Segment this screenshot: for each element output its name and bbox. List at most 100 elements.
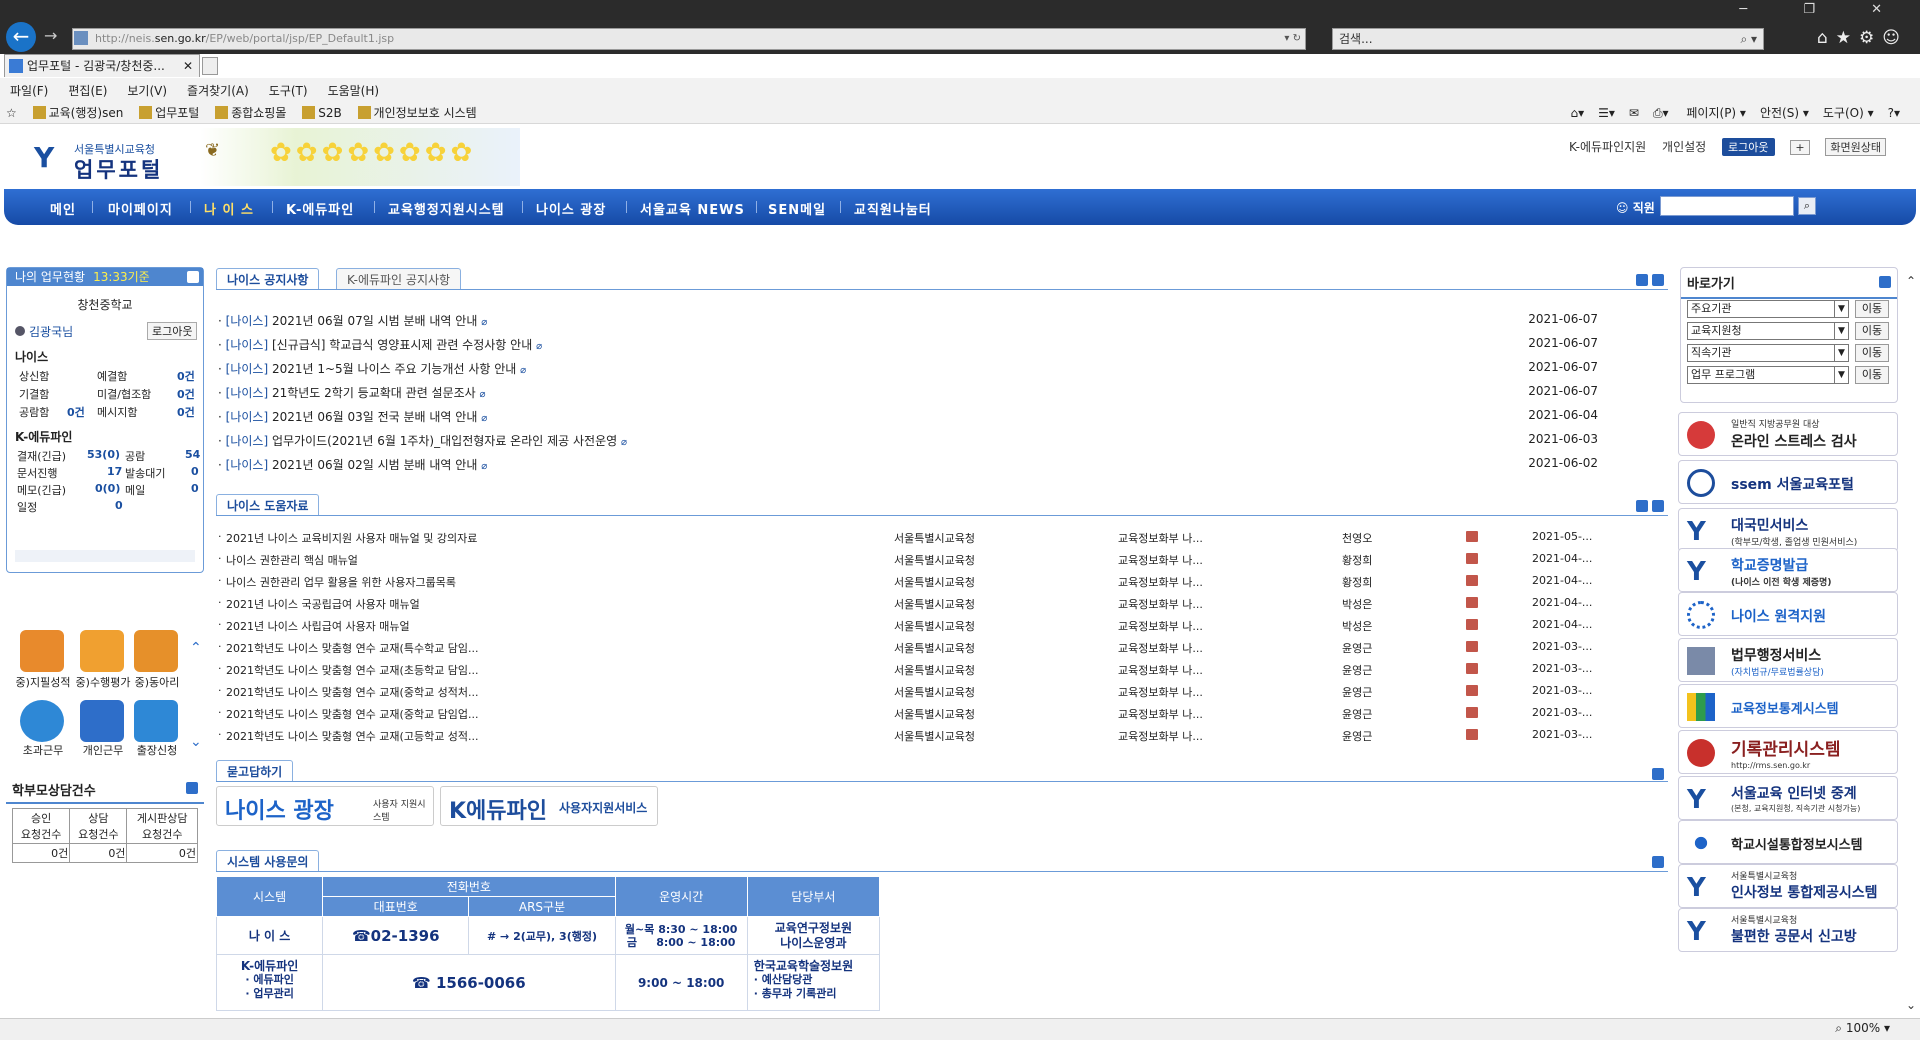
link-personal-settings[interactable]: 개인설정 bbox=[1662, 140, 1706, 154]
menu-help[interactable]: 도움말(H) bbox=[318, 78, 390, 99]
parent-value[interactable]: 0건 bbox=[69, 843, 128, 863]
help-title[interactable]: 2021년 나이스 사립급여 사용자 매뉴얼 bbox=[226, 618, 410, 634]
browser-search-input[interactable]: 검색... ⌕ ▾ bbox=[1332, 28, 1764, 50]
vertical-scrollbar[interactable]: ⌃ ⌄ bbox=[1902, 270, 1920, 1016]
nav-sen-mail[interactable]: SEN메일 bbox=[768, 199, 826, 218]
banner-stress-test[interactable]: 일반직 지방공무원 대상 온라인 스트레스 검사 bbox=[1678, 412, 1898, 456]
banner-remote-support[interactable]: 나이스 원격지원 bbox=[1678, 592, 1898, 636]
logout-button[interactable]: 로그아웃 bbox=[1722, 138, 1775, 156]
print-icon[interactable]: ⎙▾ bbox=[1653, 106, 1669, 120]
my-work-logout-button[interactable]: 로그아웃 bbox=[147, 322, 198, 340]
neis-item-value[interactable]: 0건 bbox=[177, 368, 195, 384]
shortcut-select-district[interactable]: 교육지원청 ▼ bbox=[1687, 322, 1849, 340]
notice-item[interactable]: · [나이스] 업무가이드(2021년 6월 1주차)_대입전형자료 온라인 제… bbox=[218, 432, 1598, 449]
go-button[interactable]: 이동 bbox=[1855, 344, 1889, 362]
banner-legal-service[interactable]: 법무행정서비스 (자치법규/무료법률상담) bbox=[1678, 638, 1898, 682]
chevron-up-icon[interactable]: ⌃ bbox=[1906, 274, 1916, 288]
home-icon[interactable]: ⌂▾ bbox=[1570, 106, 1584, 120]
edufine-item-value[interactable]: 0 bbox=[191, 465, 199, 478]
staff-search-input[interactable] bbox=[1660, 196, 1794, 216]
help-title[interactable]: 2021년 나이스 국공립급여 사용자 매뉴얼 bbox=[226, 596, 420, 612]
notice-item[interactable]: · [나이스] 2021년 1~5월 나이스 주요 기능개선 사항 안내 ⌀ 20… bbox=[218, 360, 1598, 377]
edufine-item-label[interactable]: 메일 bbox=[125, 482, 145, 498]
menu-favorites[interactable]: 즐겨찾기(A) bbox=[177, 78, 259, 99]
fav-item[interactable]: S2B bbox=[302, 106, 342, 120]
edufine-item-value[interactable]: 0 bbox=[191, 482, 199, 495]
refresh-icon[interactable] bbox=[187, 271, 199, 283]
download-icon[interactable] bbox=[1466, 685, 1478, 696]
tab-qna[interactable]: 묻고답하기 bbox=[216, 760, 294, 782]
edufine-item-label[interactable]: 공람 bbox=[125, 448, 145, 464]
tab-neis-help[interactable]: 나이스 도움자료 bbox=[216, 494, 320, 516]
neis-item-label[interactable]: 미결/협조함 bbox=[97, 386, 151, 402]
logo-title[interactable]: 업무포털 bbox=[74, 154, 163, 184]
quick-icon-label[interactable]: 초과근무 bbox=[10, 742, 76, 758]
search-icon[interactable]: ⌕ ▾ bbox=[1740, 29, 1757, 49]
quick-icon-label[interactable]: 중)동아리 bbox=[124, 674, 190, 690]
edufine-item-label[interactable]: 메모(긴급) bbox=[17, 482, 66, 498]
shortcut-select-affiliated[interactable]: 직속기관 ▼ bbox=[1687, 344, 1849, 362]
notice-title[interactable]: 업무가이드(2021년 6월 1주차)_대입전형자료 온라인 제공 사전운영 bbox=[272, 434, 617, 448]
neis-item-label[interactable]: 공람함 bbox=[19, 404, 49, 420]
notice-title[interactable]: 2021년 06월 02일 시범 분배 내역 안내 bbox=[272, 458, 477, 472]
help-title[interactable]: 2021학년도 나이스 맞춤형 연수 교재(특수학교 담임... bbox=[226, 640, 479, 656]
shortcut-select-major[interactable]: 주요기관 ▼ bbox=[1687, 300, 1849, 318]
exam-grade-icon[interactable] bbox=[20, 630, 64, 672]
notice-item[interactable]: · [나이스] [신규급식] 학교급식 영양표시제 관련 수정사항 안내 ⌀ 20… bbox=[218, 336, 1598, 353]
parent-value[interactable]: 0건 bbox=[11, 843, 71, 863]
edufine-item-label[interactable]: 결재(긴급) bbox=[17, 448, 66, 464]
go-button[interactable]: 이동 bbox=[1855, 300, 1889, 318]
nav-main[interactable]: 메인 bbox=[50, 199, 76, 218]
window-controls[interactable]: ─ ❐ ✕ bbox=[1739, 2, 1908, 17]
notice-title[interactable]: 2021년 06월 07일 시범 분배 내역 안내 bbox=[272, 314, 477, 328]
menu-edit[interactable]: 편집(E) bbox=[58, 78, 117, 99]
chevron-down-icon[interactable]: ▼ bbox=[1834, 323, 1848, 339]
refresh-icon[interactable] bbox=[1636, 274, 1648, 286]
mail-icon[interactable]: ✉ bbox=[1629, 106, 1639, 120]
menu-tools[interactable]: 도구(T) bbox=[259, 78, 318, 99]
banner-hr-info[interactable]: Y 서울특별시교육청 인사정보 통합제공시스템 bbox=[1678, 864, 1898, 908]
banner-internet-broadcast[interactable]: Y 서울교육 인터넷 중계 (본청, 교육지원청, 직속기관 시청가능) bbox=[1678, 776, 1898, 820]
go-button[interactable]: 이동 bbox=[1855, 322, 1889, 340]
personal-work-icon[interactable] bbox=[80, 700, 124, 742]
help-title[interactable]: 2021학년도 나이스 맞춤형 연수 교재(고등학교 성적... bbox=[226, 728, 479, 744]
chevron-down-icon[interactable]: ▼ bbox=[1834, 367, 1848, 383]
edufine-item-value[interactable]: 0(0) bbox=[95, 482, 120, 495]
chevron-down-icon[interactable]: ▼ bbox=[1834, 301, 1848, 317]
new-tab-button[interactable] bbox=[202, 57, 218, 75]
help-title[interactable]: 2021학년도 나이스 맞춤형 연수 교재(중학교 담임업... bbox=[226, 706, 479, 722]
performance-eval-icon[interactable] bbox=[80, 630, 124, 672]
neis-item-value[interactable]: 0건 bbox=[67, 404, 85, 420]
more-plus-icon[interactable] bbox=[1652, 500, 1664, 512]
banner-records-mgmt[interactable]: 기록관리시스템 http://rms.sen.go.kr bbox=[1678, 730, 1898, 774]
more-icon[interactable] bbox=[186, 782, 198, 794]
tab-neis-notice[interactable]: 나이스 공지사항 bbox=[216, 268, 320, 290]
cmd-page[interactable]: 페이지(P) ▾ bbox=[1686, 106, 1746, 120]
seoul-edu-emblem-icon[interactable]: Y bbox=[34, 143, 64, 177]
download-icon[interactable] bbox=[1466, 597, 1478, 608]
reset-screen-button[interactable]: 화면원상태 bbox=[1825, 138, 1886, 156]
chevron-down-icon[interactable]: ▼ bbox=[1834, 345, 1848, 361]
download-icon[interactable] bbox=[1466, 531, 1478, 542]
help-title[interactable]: 나이스 권한관리 핵심 매뉴얼 bbox=[226, 552, 358, 568]
banner-ssem[interactable]: ssem 서울교육포털 bbox=[1678, 460, 1898, 504]
neis-item-value[interactable]: 0건 bbox=[177, 404, 195, 420]
edufine-item-value[interactable]: 54 bbox=[185, 448, 200, 461]
parent-value[interactable]: 0건 bbox=[126, 843, 198, 863]
more-plus-icon[interactable] bbox=[1652, 768, 1664, 780]
edufine-support-logo[interactable]: K에듀파인 사용자지원서비스 bbox=[440, 786, 658, 826]
neis-item-value[interactable]: 0건 bbox=[177, 386, 195, 402]
banner-school-cert[interactable]: Y 학교증명발급 (나이스 이전 학생 제증명) bbox=[1678, 548, 1898, 592]
edufine-item-value[interactable]: 53(0) bbox=[87, 448, 120, 461]
refresh-icon[interactable]: ▾ ↻ bbox=[1284, 29, 1301, 49]
toolbar-icons[interactable]: ⌂★⚙☺ bbox=[1817, 28, 1908, 48]
close-tab-icon[interactable]: ✕ bbox=[183, 55, 193, 77]
zoom-plus-button[interactable]: + bbox=[1790, 140, 1810, 155]
neis-item-label[interactable]: 상신함 bbox=[19, 368, 49, 384]
download-icon[interactable] bbox=[1466, 707, 1478, 718]
nav-neis[interactable]: 나 이 스 bbox=[204, 199, 254, 218]
download-icon[interactable] bbox=[1466, 575, 1478, 586]
help-title[interactable]: 2021년 나이스 교육비지원 사용자 매뉴얼 및 강의자료 bbox=[226, 530, 477, 546]
nav-mypage[interactable]: 마이페이지 bbox=[108, 199, 173, 218]
more-icon[interactable] bbox=[1879, 276, 1891, 288]
